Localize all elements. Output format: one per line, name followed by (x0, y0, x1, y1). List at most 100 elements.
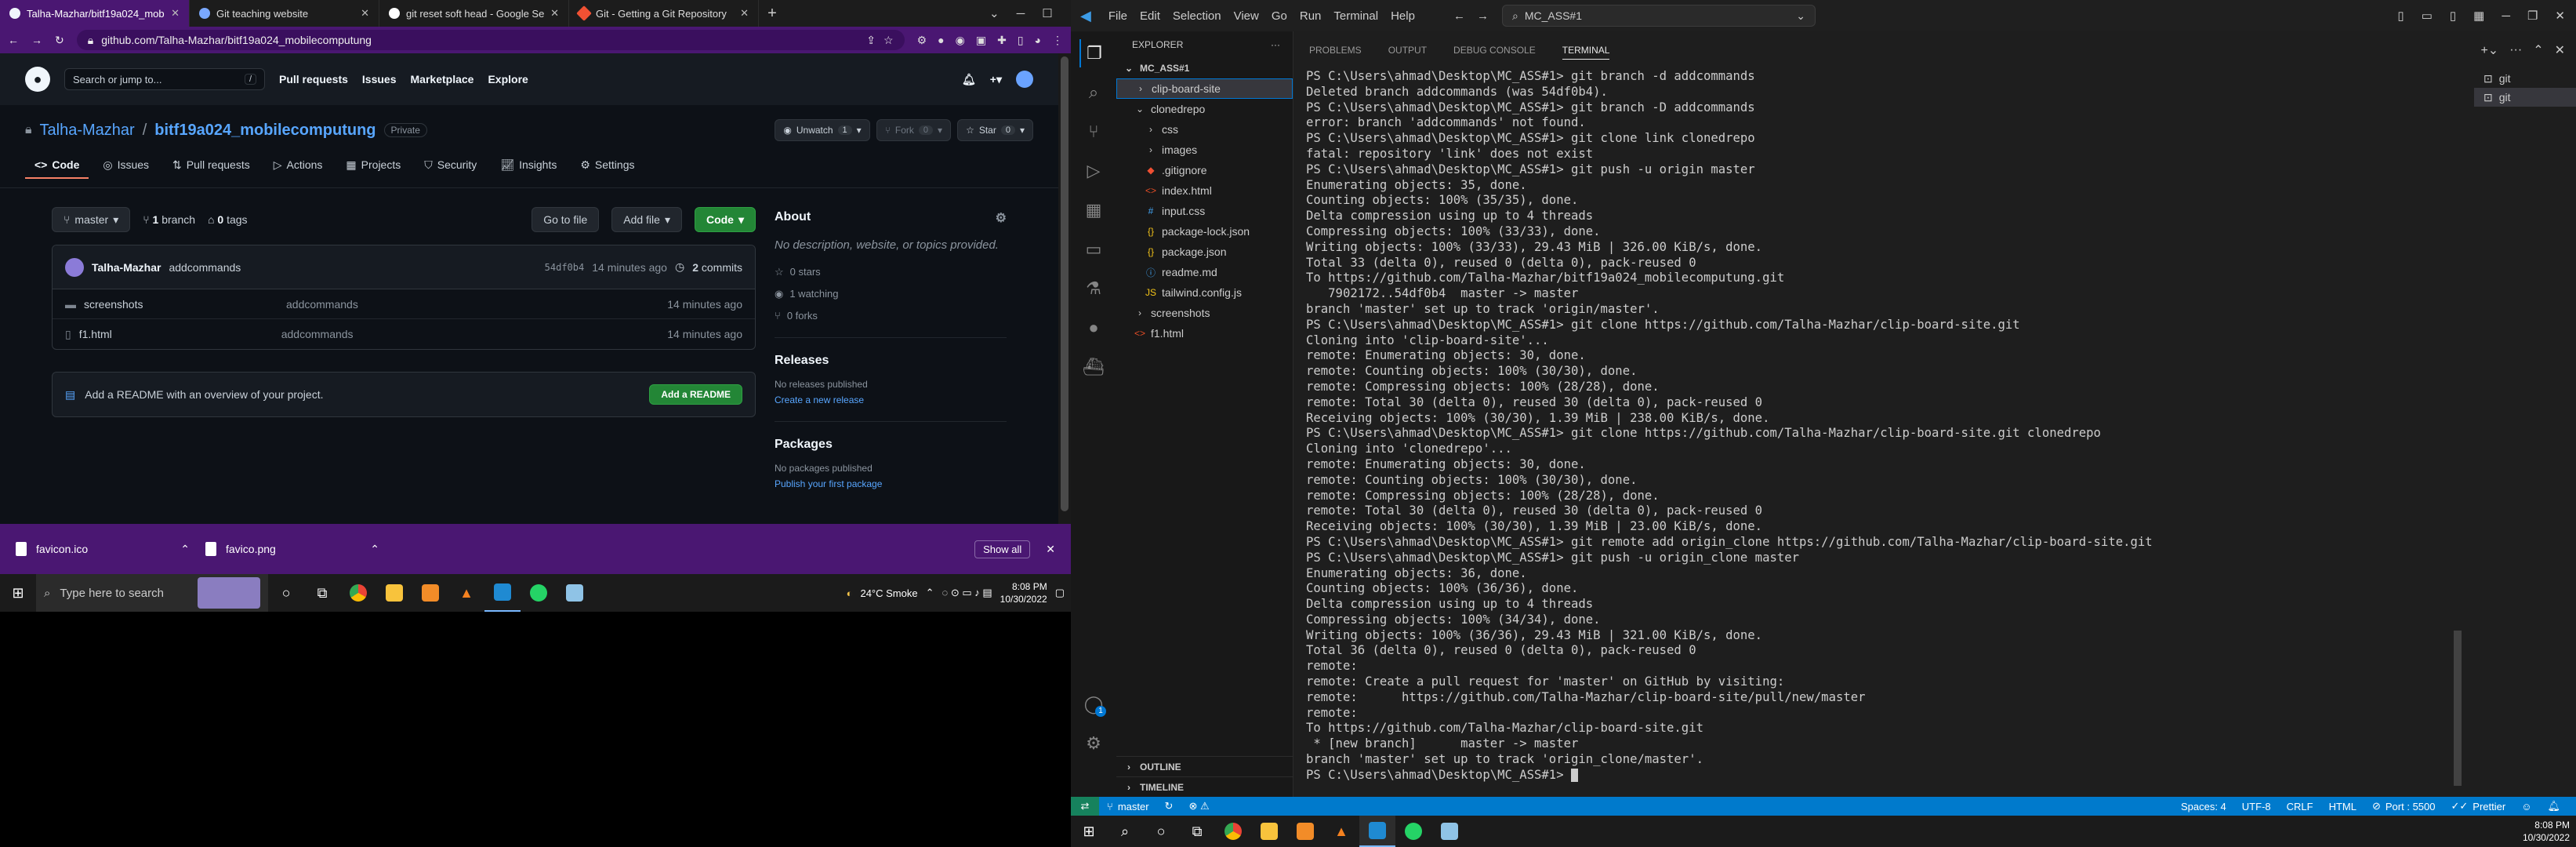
tree-item[interactable]: ◆ .gitignore (1116, 160, 1293, 180)
tab-debug-console[interactable]: DEBUG CONSOLE (1453, 45, 1536, 56)
menu-selection[interactable]: Selection (1168, 8, 1226, 24)
nav-pull-requests[interactable]: Pull requests (279, 73, 348, 85)
menu-go[interactable]: Go (1267, 8, 1292, 24)
gear-icon[interactable]: ⚙ (996, 210, 1007, 226)
menu-file[interactable]: File (1104, 8, 1132, 24)
close-tab-icon[interactable]: ✕ (171, 7, 180, 20)
search-icon[interactable]: ⌕ (1079, 78, 1108, 107)
docker-icon[interactable]: ⛴ (1079, 353, 1108, 381)
extension-icon[interactable]: ⚙ (917, 34, 927, 47)
show-all-downloads-button[interactable]: Show all (974, 540, 1031, 558)
puzzle-icon[interactable]: ✚ (997, 34, 1007, 47)
terminal-scrollbar[interactable] (2452, 69, 2463, 794)
remote-icon[interactable]: ⇄ (1071, 797, 1099, 816)
taskbar-clock[interactable]: 8:08 PM 10/30/2022 (1000, 580, 1047, 605)
tags-link[interactable]: ⌂ 0 tags (208, 213, 248, 226)
branch-select-button[interactable]: ⑂ master ▾ (52, 207, 131, 232)
create-release-link[interactable]: Create a new release (775, 394, 1007, 405)
search-icon[interactable]: ⌕ (1107, 816, 1143, 847)
tab-terminal[interactable]: TERMINAL (1562, 45, 1610, 60)
commit-sha[interactable]: 54df0b4 (545, 262, 585, 273)
windows-start-icon[interactable]: ⊞ (1071, 816, 1107, 847)
windows-start-icon[interactable]: ⊞ (0, 574, 36, 612)
whatsapp-icon[interactable] (1395, 816, 1431, 847)
remote-explorer-icon[interactable]: ▭ (1079, 235, 1108, 264)
tree-item[interactable]: ⌄ clonedrepo (1116, 99, 1293, 119)
taskbar-search[interactable]: ⌕ Type here to search (36, 574, 268, 612)
file-name-link[interactable]: screenshots (84, 298, 286, 311)
timeline-section[interactable]: › TIMELINE (1116, 776, 1293, 797)
browser-tab-git-scm[interactable]: Git - Getting a Git Repository ✕ (569, 0, 759, 27)
tree-item[interactable]: # input.css (1116, 201, 1293, 221)
tab-code[interactable]: <> Code (25, 152, 89, 179)
live-server-status[interactable]: ⊘ Port : 5500 (2364, 800, 2444, 812)
new-terminal-icon[interactable]: +⌄ (2480, 42, 2498, 58)
avatar[interactable] (65, 257, 84, 277)
source-control-icon[interactable]: ⑂ (1079, 118, 1108, 146)
terminal-instance[interactable]: ⊡ git (2474, 88, 2576, 107)
tree-item[interactable]: › clip-board-site (1116, 78, 1293, 99)
unwatch-button[interactable]: ◉ Unwatch 1 ▾ (775, 119, 870, 141)
branches-link[interactable]: ⑂ 1 branch (143, 213, 195, 226)
language-status[interactable]: HTML (2321, 801, 2364, 812)
tab-output[interactable]: OUTPUT (1388, 45, 1427, 56)
fork-button[interactable]: ⑂ Fork 0 ▾ (876, 119, 952, 141)
app-icon[interactable] (1287, 816, 1323, 847)
nav-marketplace[interactable]: Marketplace (411, 73, 474, 85)
reload-icon[interactable]: ↻ (55, 34, 64, 47)
menu-help[interactable]: Help (1386, 8, 1420, 24)
vscode-icon[interactable] (1359, 816, 1395, 847)
publish-package-link[interactable]: Publish your first package (775, 478, 1007, 489)
tab-search-icon[interactable]: ⌄ (989, 6, 1000, 20)
commit-author[interactable]: Talha-Mazhar (92, 261, 161, 274)
manage-gear-icon[interactable]: ⚙ (1079, 729, 1108, 758)
repo-name-link[interactable]: bitf19a024_mobilecomputung (154, 122, 376, 140)
cortana-icon[interactable]: ○ (268, 574, 304, 612)
tree-item[interactable]: › css (1116, 119, 1293, 140)
minimize-icon[interactable]: ─ (1017, 7, 1025, 20)
outline-section[interactable]: › OUTLINE (1116, 756, 1293, 776)
testing-icon[interactable]: ⚗ (1079, 274, 1108, 303)
chevron-up-icon[interactable]: ⌃ (926, 587, 934, 599)
github-search-input[interactable]: Search or jump to... / (64, 68, 265, 90)
maximize-panel-icon[interactable]: ⌃ (2533, 42, 2543, 58)
command-center-search[interactable]: ⌕ MC_ASS#1 ⌄ (1502, 5, 1816, 27)
run-debug-icon[interactable]: ▷ (1079, 157, 1108, 185)
toggle-secondary-icon[interactable]: ▯ (2450, 9, 2456, 23)
bookmark-star-icon[interactable]: ☆ (883, 34, 894, 47)
close-tab-icon[interactable]: ✕ (740, 7, 749, 20)
page-scrollbar[interactable] (1058, 53, 1071, 524)
tree-item[interactable]: {} package.json (1116, 242, 1293, 262)
forks-stat[interactable]: ⑂ 0 forks (775, 310, 1007, 322)
close-downloads-icon[interactable]: ✕ (1046, 543, 1055, 556)
sidebar-icon[interactable]: ▯ (1018, 34, 1024, 47)
problems-status[interactable]: ⊗ ⚠ (1181, 800, 1217, 812)
commits-link[interactable]: 2 commits (692, 261, 742, 274)
notifications-bell-icon[interactable]: 🔔︎ (2539, 800, 2568, 812)
tree-item[interactable]: › images (1116, 140, 1293, 160)
explorer-icon[interactable]: ❐ (1079, 39, 1108, 67)
stars-stat[interactable]: ☆ 0 stars (775, 266, 1007, 278)
weather-text[interactable]: 24°C Smoke (860, 587, 917, 599)
browser-tab-github[interactable]: Talha-Mazhar/bitf19a024_mobil ✕ (0, 0, 190, 27)
tab-insights[interactable]: 📈︎ Insights (491, 152, 566, 178)
vlc-icon[interactable]: ▲ (448, 574, 484, 612)
toggle-sidebar-icon[interactable]: ▯ (2397, 9, 2404, 23)
minimize-icon[interactable]: ─ (2502, 9, 2510, 23)
tab-settings[interactable]: ⚙ Settings (571, 152, 644, 178)
app-icon[interactable] (412, 574, 448, 612)
tree-item[interactable]: {} package-lock.json (1116, 221, 1293, 242)
github-icon[interactable]: ● (1079, 314, 1108, 342)
menu-terminal[interactable]: Terminal (1329, 8, 1383, 24)
extensions-icon[interactable]: ▦ (1079, 196, 1108, 224)
watching-stat[interactable]: ◉ 1 watching (775, 288, 1007, 300)
extension-icon[interactable]: ▣ (976, 34, 986, 47)
tree-item[interactable]: JS tailwind.config.js (1116, 282, 1293, 303)
branch-status[interactable]: ⑂ master (1099, 801, 1157, 812)
feedback-icon[interactable]: ☺ (2513, 801, 2539, 812)
close-panel-icon[interactable]: ✕ (2555, 42, 2565, 58)
nav-forward-icon[interactable]: → (1477, 9, 1489, 23)
file-commit-message[interactable]: addcommands (281, 328, 668, 340)
extension-icon[interactable]: ◉ (956, 34, 965, 47)
chevron-up-icon[interactable]: ⌃ (180, 543, 190, 556)
